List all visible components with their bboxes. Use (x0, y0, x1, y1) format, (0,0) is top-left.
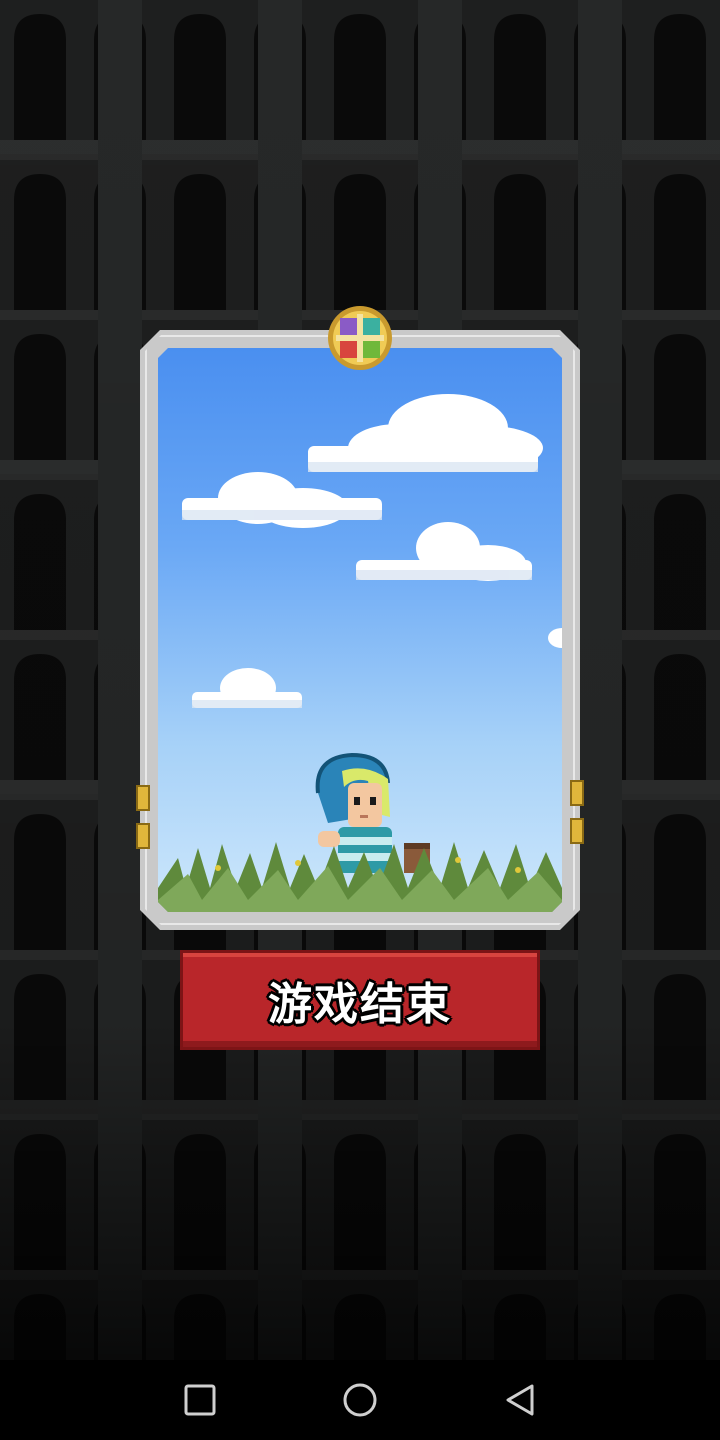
card-artwork (158, 348, 562, 912)
frame-tab-right-bottom (570, 818, 584, 844)
character-card (136, 306, 584, 930)
game-over-button[interactable]: 游戏结束 (180, 950, 540, 1050)
frame-tab-left-bottom (136, 823, 150, 849)
elemental-gem-icon (328, 306, 392, 370)
sky-scene (158, 394, 562, 912)
recent-apps-icon[interactable] (180, 1380, 220, 1420)
game-over-label: 游戏结束 (268, 979, 452, 1030)
back-icon[interactable] (500, 1380, 540, 1420)
navigation-bar (0, 1360, 720, 1440)
home-icon[interactable] (340, 1380, 380, 1420)
frame-tab-left-top (136, 785, 150, 811)
cloud-icon (182, 394, 562, 708)
frame-tab-right-top (570, 780, 584, 806)
